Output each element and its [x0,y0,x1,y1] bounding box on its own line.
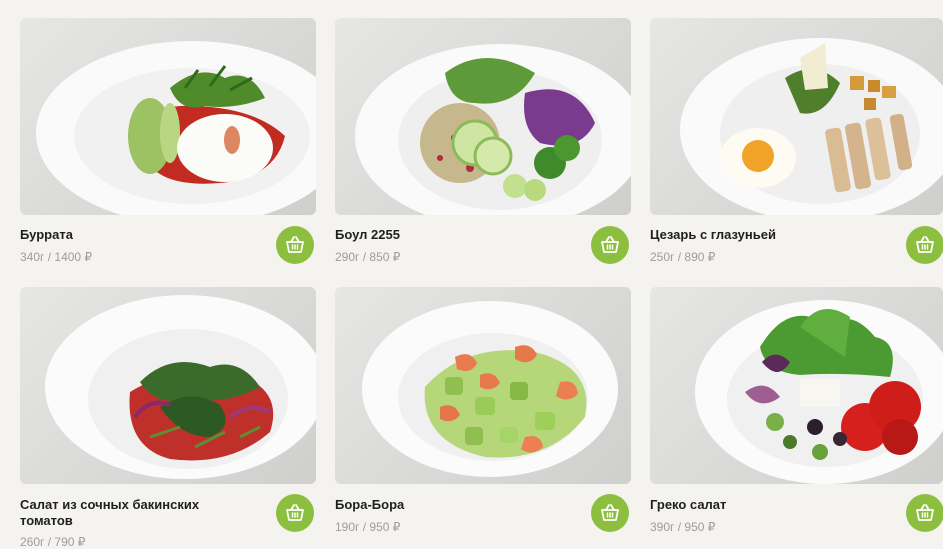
product-weight-price: 390г / 950 ₽ [650,520,716,534]
product-photo[interactable] [20,18,316,215]
basket-icon [601,236,619,253]
bora-bora-dish-image [362,301,618,477]
product-photo[interactable] [335,18,631,215]
product-card-baku-tomato-salad[interactable]: Салат из сочных бакинских томатов 260г /… [20,287,316,549]
caesar-dish-image [680,38,943,215]
basket-icon [601,504,619,521]
product-photo[interactable] [335,287,631,484]
product-weight-price: 340г / 1400 ₽ [20,250,93,264]
add-to-cart-button[interactable] [276,494,314,532]
burrata-dish-image [36,41,316,215]
product-name[interactable]: Салат из сочных бакинских томатов [20,497,199,529]
product-photo[interactable] [20,287,316,484]
product-name[interactable]: Греко салат [650,497,726,513]
add-to-cart-button[interactable] [591,226,629,264]
product-card-bowl-2255[interactable]: Боул 2255 290г / 850 ₽ [335,18,631,270]
product-photo[interactable] [650,287,943,484]
product-weight-price: 190г / 950 ₽ [335,520,401,534]
add-to-cart-button[interactable] [591,494,629,532]
add-to-cart-button[interactable] [906,494,943,532]
product-card-caesar[interactable]: Цезарь с глазуньей 250г / 890 ₽ [650,18,943,270]
add-to-cart-button[interactable] [906,226,943,264]
product-name[interactable]: Боул 2255 [335,227,400,243]
basket-icon [916,236,934,253]
tomato-salad-image [45,295,316,479]
add-to-cart-button[interactable] [276,226,314,264]
product-card-burrata[interactable]: Буррата 340г / 1400 ₽ [20,18,316,270]
product-name[interactable]: Бора-Бора [335,497,404,513]
product-weight-price: 250г / 890 ₽ [650,250,716,264]
basket-icon [286,504,304,521]
basket-icon [286,236,304,253]
product-grid: Буррата 340г / 1400 ₽ Боул 2255 290г / 8… [0,0,943,549]
product-weight-price: 290г / 850 ₽ [335,250,401,264]
bowl-dish-image [355,44,631,215]
product-name[interactable]: Цезарь с глазуньей [650,227,776,243]
greek-salad-image [695,300,943,484]
product-card-bora-bora[interactable]: Бора-Бора 190г / 950 ₽ [335,287,631,548]
basket-icon [916,504,934,521]
product-photo[interactable] [650,18,943,215]
product-name[interactable]: Буррата [20,227,73,243]
product-weight-price: 260г / 790 ₽ [20,535,86,549]
product-card-greek-salad[interactable]: Греко салат 390г / 950 ₽ [650,287,943,548]
